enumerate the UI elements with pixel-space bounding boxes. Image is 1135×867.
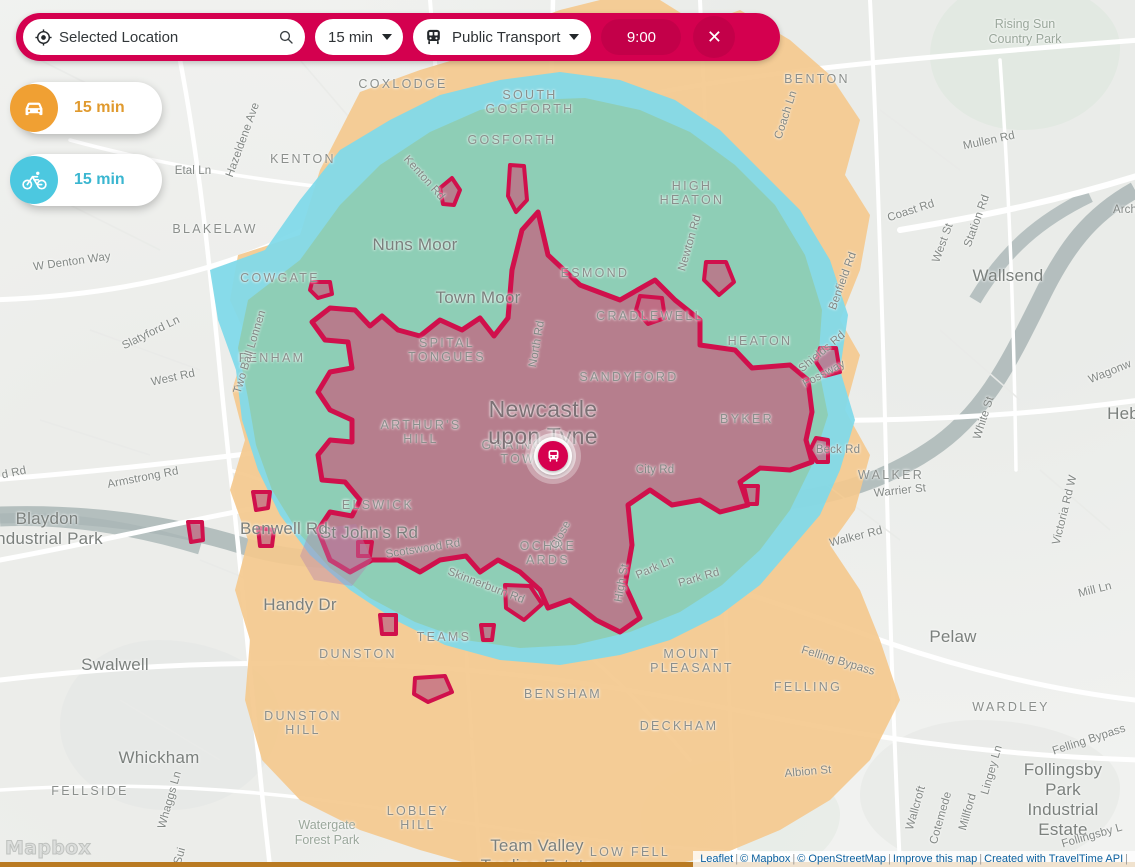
attrib-separator: | xyxy=(1125,853,1128,865)
isochrone-transit-island xyxy=(506,163,529,214)
bicycle-accent-disc xyxy=(10,156,58,204)
mode-card-bicycle[interactable]: 15 min xyxy=(10,154,162,206)
chevron-down-icon xyxy=(382,34,393,40)
transport-mode-select[interactable]: Public Transport xyxy=(413,19,592,55)
transport-mode-value: Public Transport xyxy=(452,28,561,46)
close-button[interactable]: ✕ xyxy=(693,16,736,58)
train-icon xyxy=(548,449,558,462)
search-icon[interactable] xyxy=(278,29,294,45)
isochrone-transit-island xyxy=(251,490,272,512)
duration-select[interactable]: 15 min xyxy=(315,19,404,55)
map-application: COXLODGE SOUTH GOSFORTH GOSFORTH BENTON KENT… xyxy=(0,0,1135,867)
crosshair-icon xyxy=(35,28,52,46)
bicycle-duration-value: 15 min xyxy=(74,171,125,188)
attrib-separator: | xyxy=(979,853,983,865)
isochrone-transit-island xyxy=(378,613,398,636)
departure-time[interactable]: 9:00 xyxy=(601,19,682,55)
isochrone-transit-island xyxy=(808,436,830,464)
attrib-leaflet[interactable]: Leaflet xyxy=(700,853,733,865)
duration-value: 15 min xyxy=(328,28,374,46)
isochrone-transit-island xyxy=(742,484,760,506)
isochrone-transit-island xyxy=(256,526,276,548)
marker-core xyxy=(538,441,568,471)
attrib-separator: | xyxy=(792,853,796,865)
isochrone-transit-island xyxy=(186,520,205,544)
attrib-improve-map[interactable]: Improve this map xyxy=(893,853,977,865)
search-input-value[interactable]: Selected Location xyxy=(59,29,271,46)
map-canvas[interactable]: COXLODGE SOUTH GOSFORTH GOSFORTH BENTON KENT… xyxy=(0,0,1135,867)
attrib-separator: | xyxy=(888,853,891,865)
mapbox-logo: Mapbox xyxy=(4,837,92,860)
search-toolbar: Selected Location 15 min Public Transpor… xyxy=(16,13,780,61)
attrib-separator: | xyxy=(735,853,739,865)
bicycle-icon xyxy=(21,171,47,190)
isochrone-transit-island xyxy=(308,280,334,300)
car-accent-disc xyxy=(10,84,58,132)
attrib-mapbox[interactable]: © Mapbox xyxy=(740,853,790,865)
car-icon xyxy=(25,102,43,116)
search-input[interactable]: Selected Location xyxy=(23,19,305,55)
car-duration-value: 15 min xyxy=(74,99,125,116)
isochrone-transit-island xyxy=(479,623,496,642)
attrib-traveltime-api[interactable]: Created with TravelTime API xyxy=(984,853,1123,865)
attrib-openstreetmap[interactable]: © OpenStreetMap xyxy=(797,853,886,865)
train-icon xyxy=(427,29,440,44)
map-attribution: Leaflet | © Mapbox | © OpenStreetMap | Improve… xyxy=(693,851,1135,867)
mode-card-car[interactable]: 15 min xyxy=(10,82,162,134)
chevron-down-icon xyxy=(569,34,580,40)
